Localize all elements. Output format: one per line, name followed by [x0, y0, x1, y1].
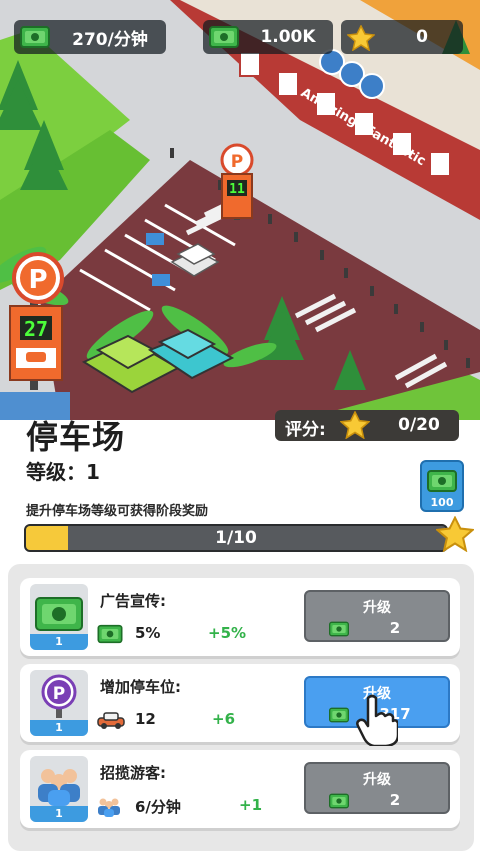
- cash-stat: 1.00K: [203, 20, 333, 54]
- upgrade-name: 招揽游客:: [100, 764, 166, 782]
- cash-icon: [96, 624, 124, 648]
- upgrade-level: 1: [30, 806, 88, 822]
- parking-counter-big: 27: [24, 317, 48, 341]
- upgrade-stat-increase: +1: [239, 796, 263, 814]
- upgrade-level: 1: [30, 634, 88, 650]
- upgrade-level: 1: [30, 720, 88, 736]
- game-scene[interactable]: Amazing&Fantastic P 27 P 11: [0, 0, 480, 420]
- facility-level: 等级：1: [26, 460, 100, 484]
- upgrade-card-advertising: 1 广告宣传: 5% +5% 升级 2: [20, 578, 460, 656]
- upgrade-button-label: 升级: [363, 772, 391, 788]
- income-value: 270/分钟: [72, 29, 148, 50]
- reward-amount: 100: [430, 496, 454, 509]
- upgrade-name: 增加停车位:: [100, 678, 181, 696]
- upgrade-thumbnail: P 1: [30, 670, 88, 736]
- income-stat: 270/分钟: [14, 20, 166, 54]
- cash-icon: [209, 25, 239, 54]
- upgrade-thumbnail: 1: [30, 584, 88, 650]
- visitors-icon: [96, 796, 122, 822]
- rating-badge: 评分: 0/20: [275, 410, 459, 441]
- upgrade-stat-value: 6/分钟: [135, 798, 181, 816]
- upgrade-button[interactable]: 升级 2: [304, 762, 450, 814]
- facility-title: 停车场: [26, 418, 126, 456]
- upgrade-cost: 2: [389, 791, 401, 809]
- stars-stat: 0: [341, 20, 463, 54]
- parking-sign-letter: P: [28, 265, 47, 295]
- upgrade-stat-increase: +6: [212, 710, 236, 728]
- car-icon: [96, 710, 126, 734]
- tutorial-hand-icon: [354, 694, 400, 750]
- cash-icon: [427, 469, 457, 497]
- upgrade-name: 广告宣传:: [100, 592, 166, 610]
- upgrade-button[interactable]: 升级 2: [304, 590, 450, 642]
- star-icon: [346, 24, 376, 56]
- level-progress-bar: 1/10: [24, 524, 448, 552]
- svg-text:P: P: [53, 684, 65, 704]
- parking-sign-small-letter: P: [231, 152, 243, 172]
- upgrade-stat-value: 12: [135, 710, 156, 728]
- parking-counter-small: 11: [229, 182, 245, 197]
- rating-value: 0/20: [398, 415, 440, 435]
- milestone-reward[interactable]: 100: [420, 460, 464, 512]
- upgrade-button-label: 升级: [363, 600, 391, 616]
- cash-icon: [328, 707, 350, 727]
- upgrade-thumbnail: 1: [30, 756, 88, 822]
- stars-value: 0: [416, 27, 428, 47]
- cash-icon: [328, 621, 350, 641]
- rating-label: 评分:: [285, 420, 326, 440]
- level-progress-text: 1/10: [215, 528, 257, 548]
- upgrade-card-attract-visitors: 1 招揽游客: 6/分钟 +1 升级 2: [20, 750, 460, 828]
- cash-icon: [20, 25, 50, 54]
- upgrade-stat-value: 5%: [135, 624, 161, 642]
- upgrade-stat-increase: +5%: [208, 624, 247, 642]
- level-reward-hint: 提升停车场等级可获得阶段奖励: [26, 504, 209, 519]
- star-icon: [434, 515, 476, 556]
- upgrade-cost: 2: [389, 619, 401, 637]
- cash-icon: [328, 793, 350, 813]
- cash-value: 1.00K: [260, 27, 316, 47]
- park-map: Amazing&Fantastic P 27 P 11: [0, 0, 480, 420]
- star-icon: [339, 410, 371, 444]
